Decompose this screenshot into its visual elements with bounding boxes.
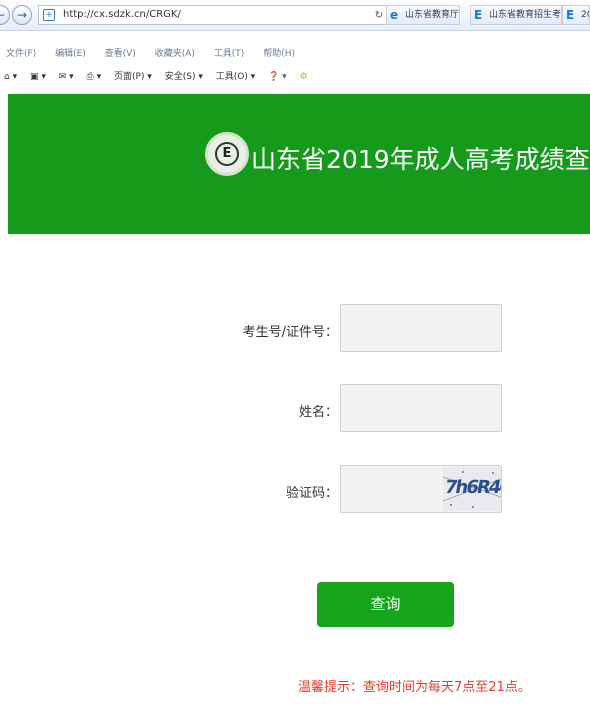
help-icon[interactable]: ❓ ▾ [268, 68, 287, 86]
notice-text: 温馨提示：查询时间为每天7点至21点。 [298, 680, 531, 695]
captcha-label: 验证码： [285, 486, 338, 501]
header-banner: E 山东省2019年成人高考成绩查询 [8, 94, 590, 234]
address-bar[interactable]: + http://cx.sdzk.cn/CRGK/ ↻ ρ ▾ C [38, 5, 418, 25]
menu-file[interactable]: 文件(F) [6, 49, 36, 59]
tools-menu[interactable]: 工具(O) ▾ [216, 68, 256, 86]
captcha-text: 7h6R4G [443, 477, 501, 498]
tab-sd-education-dept[interactable]: e 山东省教育厅 [386, 5, 460, 25]
tab-partial[interactable]: E 201 [562, 5, 590, 25]
e-icon: E [474, 8, 483, 22]
exam-logo-icon: E [205, 132, 249, 176]
tab-label: 201 [581, 10, 589, 20]
name-input[interactable] [340, 384, 502, 432]
menu-edit[interactable]: 编辑(E) [55, 49, 86, 59]
back-button[interactable]: ← [0, 5, 10, 25]
menu-tools[interactable]: 工具(T) [214, 49, 245, 59]
query-button[interactable]: 查询 [317, 582, 454, 627]
forward-button[interactable]: → [12, 5, 32, 25]
command-bar: ⌂ ▾ ▣ ▾ ✉ ▾ ⎙ ▾ 页面(P) ▾ 安全(S) ▾ 工具(O) ▾ … [0, 68, 590, 86]
candidate-id-label: 考生号/证件号： [242, 325, 338, 340]
safety-menu[interactable]: 安全(S) ▾ [165, 68, 203, 86]
captcha-image[interactable]: 7h6R4G [443, 467, 501, 511]
settings-icon[interactable]: ⚙ [300, 68, 308, 86]
menu-bar: 文件(F) 编辑(E) 查看(V) 收藏夹(A) 工具(T) 帮助(H) [0, 46, 590, 62]
name-label: 姓名： [298, 405, 338, 420]
e-icon: E [566, 8, 575, 22]
candidate-id-input[interactable] [340, 304, 502, 352]
page-title: 山东省2019年成人高考成绩查询 [251, 145, 590, 174]
menu-view[interactable]: 查看(V) [105, 49, 136, 59]
browser-chrome: ← → + http://cx.sdzk.cn/CRGK/ ↻ ρ ▾ C e … [0, 0, 590, 94]
tab-label: 山东省教育招生考试院官网 [489, 10, 562, 20]
address-row: ← → + http://cx.sdzk.cn/CRGK/ ↻ ρ ▾ C e … [0, 0, 590, 31]
feeds-icon[interactable]: ▣ ▾ [30, 68, 46, 86]
mail-icon[interactable]: ✉ ▾ [59, 68, 74, 86]
page-menu[interactable]: 页面(P) ▾ [114, 68, 152, 86]
tab-label: 山东省教育厅 [405, 10, 460, 20]
url-text: http://cx.sdzk.cn/CRGK/ [63, 9, 181, 20]
print-icon[interactable]: ⎙ ▾ [87, 68, 102, 86]
site-icon: + [43, 9, 55, 21]
menu-favorites[interactable]: 收藏夹(A) [155, 49, 195, 59]
menu-help[interactable]: 帮助(H) [263, 49, 295, 59]
logo-emblem: E [215, 142, 239, 166]
tab-sd-exam-institute[interactable]: E 山东省教育招生考试院官网 [470, 5, 562, 25]
ie-icon: e [390, 8, 399, 22]
home-icon[interactable]: ⌂ ▾ [4, 68, 17, 86]
